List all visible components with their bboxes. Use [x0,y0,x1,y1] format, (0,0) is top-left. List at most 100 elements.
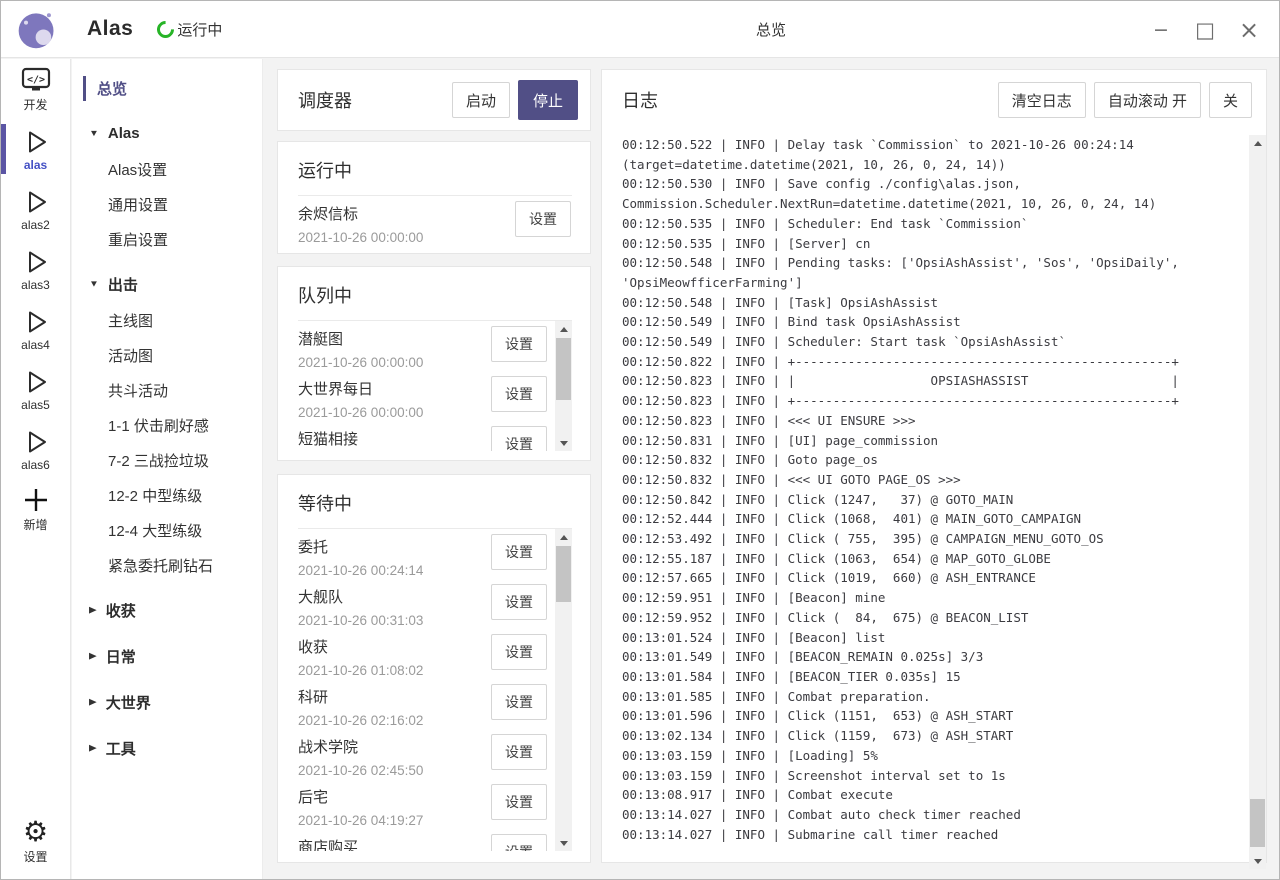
waiting-task-list: 委托 2021-10-26 00:24:14 设置 大舰队 2021-10-26… [298,529,548,851]
rail-settings-button[interactable]: ⚙ 设置 [1,811,70,871]
log-line: 00:13:14.027 | INFO | Submarine call tim… [622,825,1240,845]
task-row: 收获 2021-10-26 01:08:02 设置 [298,629,548,679]
svg-text:</>: </> [26,75,44,86]
task-row: 委托 2021-10-26 00:24:14 设置 [298,529,548,579]
scroll-down-icon[interactable] [1249,853,1266,869]
rail-instance-item[interactable]: </> 开发 [1,59,70,119]
log-panel: 日志 清空日志 自动滚动 开 关 00:12:50.522 | INFO | D… [601,69,1267,863]
task-settings-button[interactable]: 设置 [491,326,547,362]
alas-logo-icon [15,7,59,51]
log-line: 00:12:50.832 | INFO | Goto page_os [622,450,1240,470]
log-line: 00:13:01.584 | INFO | [BEACON_TIER 0.035… [622,667,1240,687]
settings-label: 设置 [23,848,47,865]
log-line: 00:12:50.535 | INFO | [Server] cn [622,234,1240,254]
task-settings-button[interactable]: 设置 [491,534,547,570]
scroll-up-icon[interactable] [555,321,572,337]
nav-item[interactable]: 12-4 大型练级 [72,513,262,548]
scroll-down-icon[interactable] [555,835,572,851]
log-scrollbar[interactable] [1249,135,1266,869]
scrollbar-thumb[interactable] [1250,799,1265,847]
task-row: 余烬信标 2021-10-26 00:00:00 设置 [298,196,572,246]
nav-item[interactable]: ▼ Alas [72,114,262,152]
pending-title: 队列中 [298,282,572,308]
scroll-down-icon[interactable] [555,435,572,451]
nav-item[interactable]: 重启设置 [72,222,262,257]
rail-instance-item[interactable]: 新增 [1,479,70,539]
scheduler-stop-button[interactable]: 停止 [518,80,578,120]
scroll-up-icon[interactable] [555,529,572,545]
scrollbar-thumb[interactable] [556,338,571,400]
nav-item[interactable]: ▶ 工具 [72,729,262,767]
nav-item-label: Alas设置 [108,159,167,180]
plus-icon [22,485,50,515]
task-settings-button[interactable]: 设置 [491,634,547,670]
task-row: 短猫相接 2021-10-26 00:00:00 设置 [298,421,548,451]
maximize-icon[interactable]: □ [1183,10,1227,50]
task-settings-button[interactable]: 设置 [491,684,547,720]
log-line: 00:12:50.822 | INFO | +-----------------… [622,352,1240,372]
nav-item[interactable]: 主线图 [72,303,262,338]
clear-log-button[interactable]: 清空日志 [998,82,1086,118]
scroll-up-icon[interactable] [1249,135,1266,151]
nav-item[interactable]: 活动图 [72,338,262,373]
log-line: 00:12:50.832 | INFO | <<< UI GOTO PAGE_O… [622,470,1240,490]
app-title: Alas [87,17,133,41]
log-text: 00:12:50.522 | INFO | Delay task `Commis… [622,135,1240,849]
scheduler-start-button[interactable]: 启动 [452,82,510,118]
nav-item[interactable]: ▶ 日常 [72,637,262,675]
rail-instance-item[interactable]: alas6 [1,419,70,479]
rail-instance-item[interactable]: alas [1,119,70,179]
log-line: 00:12:52.444 | INFO | Click (1068, 401) … [622,509,1240,529]
nav-item[interactable]: 总览 [72,71,262,106]
pending-scrollbar[interactable] [555,321,572,451]
nav-item[interactable]: 通用设置 [72,187,262,222]
rail-instance-item[interactable]: alas3 [1,239,70,299]
rail-instance-item[interactable]: alas4 [1,299,70,359]
log-line: 00:13:01.585 | INFO | Combat preparation… [622,687,1240,707]
log-close-button[interactable]: 关 [1209,82,1252,118]
running-panel: 运行中 余烬信标 2021-10-26 00:00:00 设置 [277,141,591,254]
group-arrow-icon: ▼ [89,279,99,289]
autoscroll-toggle-button[interactable]: 自动滚动 开 [1094,82,1201,118]
play-icon [22,187,50,217]
close-icon[interactable]: × [1227,10,1271,50]
task-settings-button[interactable]: 设置 [491,584,547,620]
nav-item-label: 通用设置 [108,194,168,215]
code-monitor-icon: </> [20,65,52,95]
task-settings-button[interactable]: 设置 [491,834,547,851]
running-task-list: 余烬信标 2021-10-26 00:00:00 设置 [298,196,572,246]
task-settings-button[interactable]: 设置 [491,734,547,770]
log-line: 00:12:59.952 | INFO | Click ( 84, 675) @… [622,608,1240,628]
nav-item-label: Alas [108,125,140,142]
log-line: 00:13:01.524 | INFO | [Beacon] list [622,628,1240,648]
task-row: 大世界每日 2021-10-26 00:00:00 设置 [298,371,548,421]
minimize-icon[interactable]: − [1139,10,1183,50]
task-settings-button[interactable]: 设置 [491,426,547,451]
nav-item[interactable]: ▶ 收获 [72,591,262,629]
nav-item[interactable]: 7-2 三战捡垃圾 [72,443,262,478]
nav-item-label: 总览 [97,78,127,99]
log-title: 日志 [622,87,990,113]
nav-item-label: 日常 [106,646,136,667]
nav-item[interactable]: 12-2 中型练级 [72,478,262,513]
log-line: 00:12:50.823 | INFO | +-----------------… [622,391,1240,411]
log-line: 00:13:03.159 | INFO | [Loading] 5% [622,746,1240,766]
log-line: 00:12:59.951 | INFO | [Beacon] mine [622,588,1240,608]
instance-label: alas [24,158,47,172]
nav-item[interactable]: 紧急委托刷钻石 [72,548,262,583]
rail-instance-item[interactable]: alas5 [1,359,70,419]
log-header: 日志 清空日志 自动滚动 开 关 [602,70,1266,130]
nav-item[interactable]: 共斗活动 [72,373,262,408]
log-line: 00:13:03.159 | INFO | Screenshot interva… [622,766,1240,786]
task-settings-button[interactable]: 设置 [515,201,571,237]
nav-item[interactable]: Alas设置 [72,152,262,187]
nav-item[interactable]: 1-1 伏击刷好感 [72,408,262,443]
task-settings-button[interactable]: 设置 [491,376,547,412]
task-settings-button[interactable]: 设置 [491,784,547,820]
rail-instance-item[interactable]: alas2 [1,179,70,239]
waiting-scrollbar[interactable] [555,529,572,851]
pending-panel: 队列中 潜艇图 2021-10-26 00:00:00 设置 大世界每日 202… [277,266,591,461]
nav-item[interactable]: ▼ 出击 [72,265,262,303]
scrollbar-thumb[interactable] [556,546,571,602]
nav-item[interactable]: ▶ 大世界 [72,683,262,721]
